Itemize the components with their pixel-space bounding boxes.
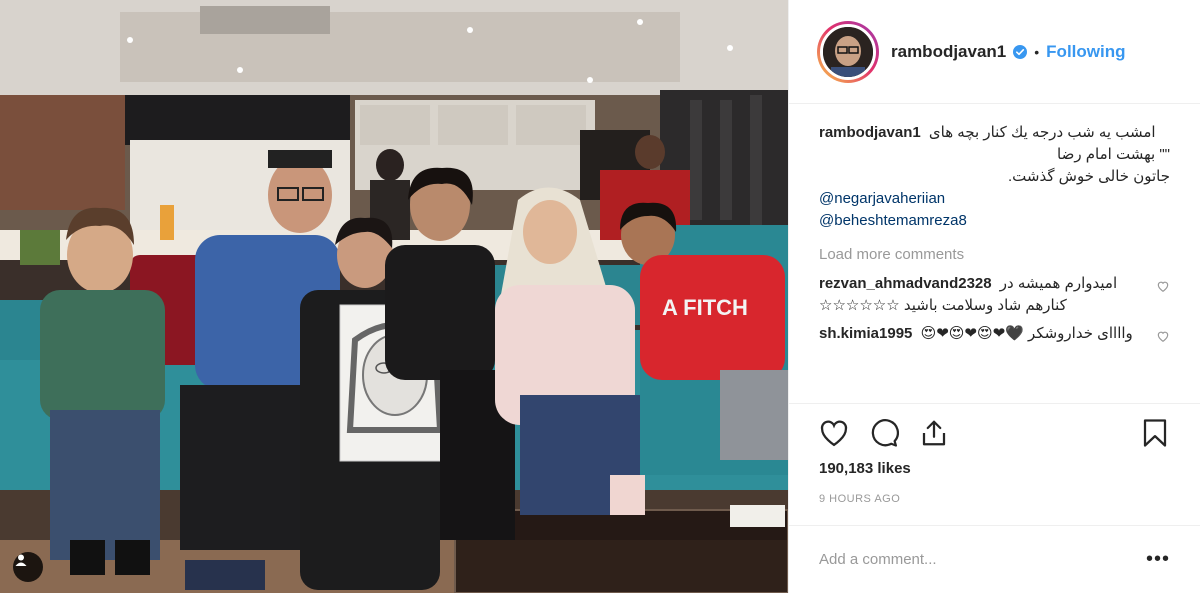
caption-username[interactable]: rambodjavan1 [819,124,921,141]
more-options-button[interactable]: ••• [1146,548,1170,571]
share-icon[interactable] [917,416,951,450]
comment-heart-icon[interactable] [1156,279,1170,293]
header-separator: • [1034,43,1040,60]
caption-line-1: امشب یه شب درجه یك كنار بچه های [928,124,1156,141]
post-username[interactable]: rambodjavan1 [891,42,1006,62]
post-actions [789,403,1200,461]
post-caption: rambodjavan1 امشب یه شب درجه یك كنار بچه… [819,122,1170,232]
photo-scene: A FITCH [0,0,788,593]
verified-badge-icon [1013,44,1028,59]
following-button[interactable]: Following [1046,42,1125,62]
post-timestamp[interactable]: 9 HOURS AGO [819,493,900,505]
caption-line-2: "" بهشت امام رضا [1057,146,1170,163]
comments-fade [789,386,1200,400]
comment-heart-icon[interactable] [1156,329,1170,343]
avatar[interactable] [817,20,879,83]
post-photo[interactable]: A FITCH [0,0,788,593]
comment-username[interactable]: rezvan_ahmadvand2328 [819,275,992,292]
person-tag-icon[interactable] [13,552,43,582]
svg-text:A FITCH: A FITCH [662,295,748,320]
comment-item: rezvan_ahmadvand2328 امیدوارم همیشه در ك… [819,273,1170,317]
comments-section: rambodjavan1 امشب یه شب درجه یك كنار بچه… [789,104,1200,400]
likes-count[interactable]: 190,183 likes [819,460,911,477]
add-comment-bar: ••• [789,525,1200,593]
mention-link[interactable]: @negarjavaheriian [819,188,1170,210]
caption-line-3: جاتون خالی خوش گذشت. [1007,168,1170,185]
load-more-comments-button[interactable]: Load more comments [819,246,1170,263]
post-side-panel: rambodjavan1 • Following rambodjavan1 ام… [788,0,1200,593]
avatar-image [820,23,876,80]
comment-input[interactable] [819,551,1146,568]
comment-item: sh.kimia1995 واااای خداروشكر 🖤❤😍❤😍❤😍 [819,323,1170,345]
comment-text: واااای خداروشكر 🖤❤😍❤😍❤😍 [920,325,1133,342]
post-header: rambodjavan1 • Following [789,0,1200,104]
heart-icon[interactable] [817,416,851,450]
bookmark-icon[interactable] [1138,416,1172,450]
comment-username[interactable]: sh.kimia1995 [819,325,912,342]
mention-link[interactable]: @beheshtemamreza8 [819,210,1170,232]
comment-bubble-icon[interactable] [867,416,901,450]
